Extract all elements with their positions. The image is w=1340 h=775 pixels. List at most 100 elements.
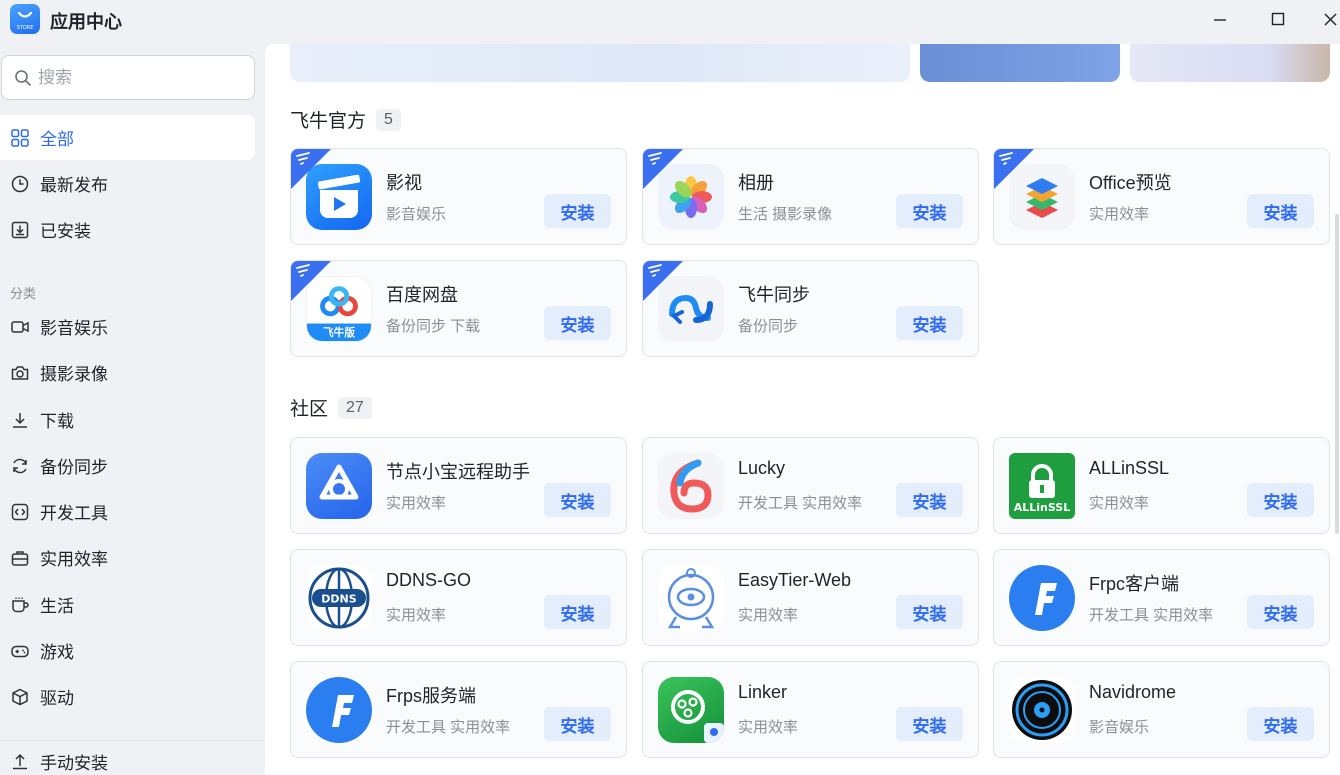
app-card-frpc[interactable]: Frpc客户端 开发工具 实用效率 安装 bbox=[993, 549, 1330, 646]
sidebar-item-latest[interactable]: 最新发布 bbox=[0, 161, 255, 206]
cube-icon bbox=[10, 687, 30, 707]
featured-banner[interactable] bbox=[290, 44, 910, 82]
app-name: Linker bbox=[738, 682, 788, 702]
app-card-baidu-pan[interactable]: 飞牛版 百度网盘 备份同步 下载 安装 bbox=[290, 260, 627, 357]
app-card-office-preview[interactable]: Office预览 实用效率 安装 bbox=[993, 148, 1330, 245]
clock-icon bbox=[10, 174, 30, 194]
sidebar-item-label: 实用效率 bbox=[40, 550, 108, 569]
camera-icon bbox=[10, 363, 30, 383]
install-button[interactable]: 安装 bbox=[544, 306, 611, 340]
install-button[interactable]: 安装 bbox=[1247, 194, 1314, 228]
install-button[interactable]: 安装 bbox=[896, 595, 963, 629]
search-icon bbox=[15, 69, 31, 86]
official-badge-icon bbox=[999, 152, 1013, 165]
sidebar-item-productivity[interactable]: 实用效率 bbox=[0, 535, 255, 580]
app-name: 节点小宝远程助手 bbox=[386, 462, 530, 482]
sidebar-item-label: 备份同步 bbox=[40, 458, 108, 477]
install-button[interactable]: 安装 bbox=[896, 306, 963, 340]
app-name: 影视 bbox=[386, 173, 422, 193]
install-button[interactable]: 安装 bbox=[544, 595, 611, 629]
app-category: 影音娱乐 bbox=[386, 206, 447, 223]
app-card-lucky[interactable]: Lucky 开发工具 实用效率 安装 bbox=[642, 437, 979, 534]
install-button[interactable]: 安装 bbox=[544, 194, 611, 228]
install-button[interactable]: 安装 bbox=[1247, 595, 1314, 629]
upload-icon bbox=[10, 751, 30, 771]
featured-banner[interactable] bbox=[920, 44, 1120, 82]
video-icon bbox=[10, 317, 30, 337]
ssl-lock-icon: ALLinSSL bbox=[1009, 453, 1075, 519]
vinyl-record-icon bbox=[1009, 677, 1075, 743]
lucky-swirl-icon bbox=[658, 453, 724, 519]
install-button[interactable]: 安装 bbox=[896, 194, 963, 228]
gamepad-icon bbox=[10, 641, 30, 661]
sidebar-item-backup[interactable]: 备份同步 bbox=[0, 443, 255, 488]
maximize-button[interactable] bbox=[1263, 6, 1293, 32]
app-card-easytier-web[interactable]: EasyTier-Web 实用效率 安装 bbox=[642, 549, 979, 646]
app-name: 百度网盘 bbox=[386, 285, 458, 305]
sidebar-item-photo[interactable]: 摄影录像 bbox=[0, 350, 255, 395]
install-button[interactable]: 安装 bbox=[1247, 483, 1314, 517]
app-card-ddns-go[interactable]: DDNS DDNS-GO 实用效率 安装 bbox=[290, 549, 627, 646]
app-card-navidrome[interactable]: Navidrome 影音娱乐 安装 bbox=[993, 661, 1330, 758]
app-category: 实用效率 bbox=[1089, 495, 1150, 512]
sidebar-item-life[interactable]: 生活 bbox=[0, 582, 255, 627]
featured-banner[interactable] bbox=[1130, 44, 1330, 82]
sidebar-item-all[interactable]: 全部 bbox=[0, 115, 255, 160]
sidebar-item-installed[interactable]: 已安装 bbox=[0, 207, 255, 252]
app-name: Navidrome bbox=[1089, 682, 1177, 702]
sidebar-item-label: 生活 bbox=[40, 597, 74, 616]
app-card-node-helper[interactable]: 节点小宝远程助手 实用效率 安装 bbox=[290, 437, 627, 534]
maximize-icon bbox=[1271, 12, 1285, 26]
app-category: 实用效率 bbox=[386, 607, 447, 624]
sidebar-item-label: 最新发布 bbox=[40, 176, 108, 195]
app-name: Frps服务端 bbox=[386, 686, 476, 706]
install-button[interactable]: 安装 bbox=[1247, 707, 1314, 741]
grid-icon bbox=[10, 128, 30, 148]
svg-text:STORE: STORE bbox=[17, 25, 34, 31]
sidebar-item-label: 全部 bbox=[40, 130, 74, 149]
group-title-official: 飞牛官方 5 bbox=[290, 106, 401, 133]
search-input[interactable] bbox=[38, 67, 238, 88]
app-name: Frpc客户端 bbox=[1089, 574, 1179, 594]
official-badge-icon bbox=[296, 264, 310, 277]
app-card-fn-sync[interactable]: 飞牛同步 备份同步 安装 bbox=[642, 260, 979, 357]
code-icon bbox=[10, 502, 30, 522]
search-box[interactable] bbox=[1, 55, 255, 100]
app-category: 备份同步 下载 bbox=[386, 318, 481, 335]
sidebar-item-label: 驱动 bbox=[40, 689, 74, 708]
window-title: 应用中心 bbox=[50, 12, 122, 32]
svg-text:飞牛版: 飞牛版 bbox=[323, 326, 355, 339]
app-category: 影音娱乐 bbox=[1089, 719, 1150, 736]
app-card-album[interactable]: 相册 生活 摄影录像 安装 bbox=[642, 148, 979, 245]
install-button[interactable]: 安装 bbox=[896, 483, 963, 517]
app-name: 飞牛同步 bbox=[738, 285, 810, 305]
close-icon bbox=[1324, 13, 1337, 26]
sidebar-item-media[interactable]: 影音娱乐 bbox=[0, 304, 255, 349]
app-card-yingshi[interactable]: 影视 影音娱乐 安装 bbox=[290, 148, 627, 245]
frp-client-icon bbox=[1009, 565, 1075, 631]
ddns-globe-icon: DDNS bbox=[306, 565, 372, 631]
app-card-allinssl[interactable]: ALLinSSL ALLinSSL 实用效率 安装 bbox=[993, 437, 1330, 534]
count-badge: 5 bbox=[376, 108, 401, 131]
sidebar-item-download[interactable]: 下载 bbox=[0, 397, 255, 442]
app-card-frps[interactable]: Frps服务端 开发工具 实用效率 安装 bbox=[290, 661, 627, 758]
close-button[interactable] bbox=[1320, 6, 1340, 32]
node-knot-icon bbox=[306, 453, 372, 519]
sidebar-item-games[interactable]: 游戏 bbox=[0, 628, 255, 673]
sidebar-item-label: 开发工具 bbox=[40, 504, 108, 523]
minimize-button[interactable] bbox=[1205, 6, 1235, 32]
sidebar-item-drivers[interactable]: 驱动 bbox=[0, 674, 255, 719]
install-button[interactable]: 安装 bbox=[896, 707, 963, 741]
official-badge-icon bbox=[296, 152, 310, 165]
manual-install-button[interactable]: 手动安装 bbox=[0, 741, 255, 775]
easytier-robot-icon bbox=[658, 565, 724, 631]
install-button[interactable]: 安装 bbox=[544, 483, 611, 517]
app-card-linker[interactable]: Linker 实用效率 安装 bbox=[642, 661, 979, 758]
app-category: 实用效率 bbox=[738, 719, 799, 736]
app-category: 实用效率 bbox=[386, 495, 447, 512]
app-name: Office预览 bbox=[1089, 173, 1172, 193]
app-name: Lucky bbox=[738, 458, 786, 478]
scrollbar-thumb[interactable] bbox=[1335, 214, 1339, 534]
install-button[interactable]: 安装 bbox=[544, 707, 611, 741]
sidebar-item-devtools[interactable]: 开发工具 bbox=[0, 489, 255, 534]
